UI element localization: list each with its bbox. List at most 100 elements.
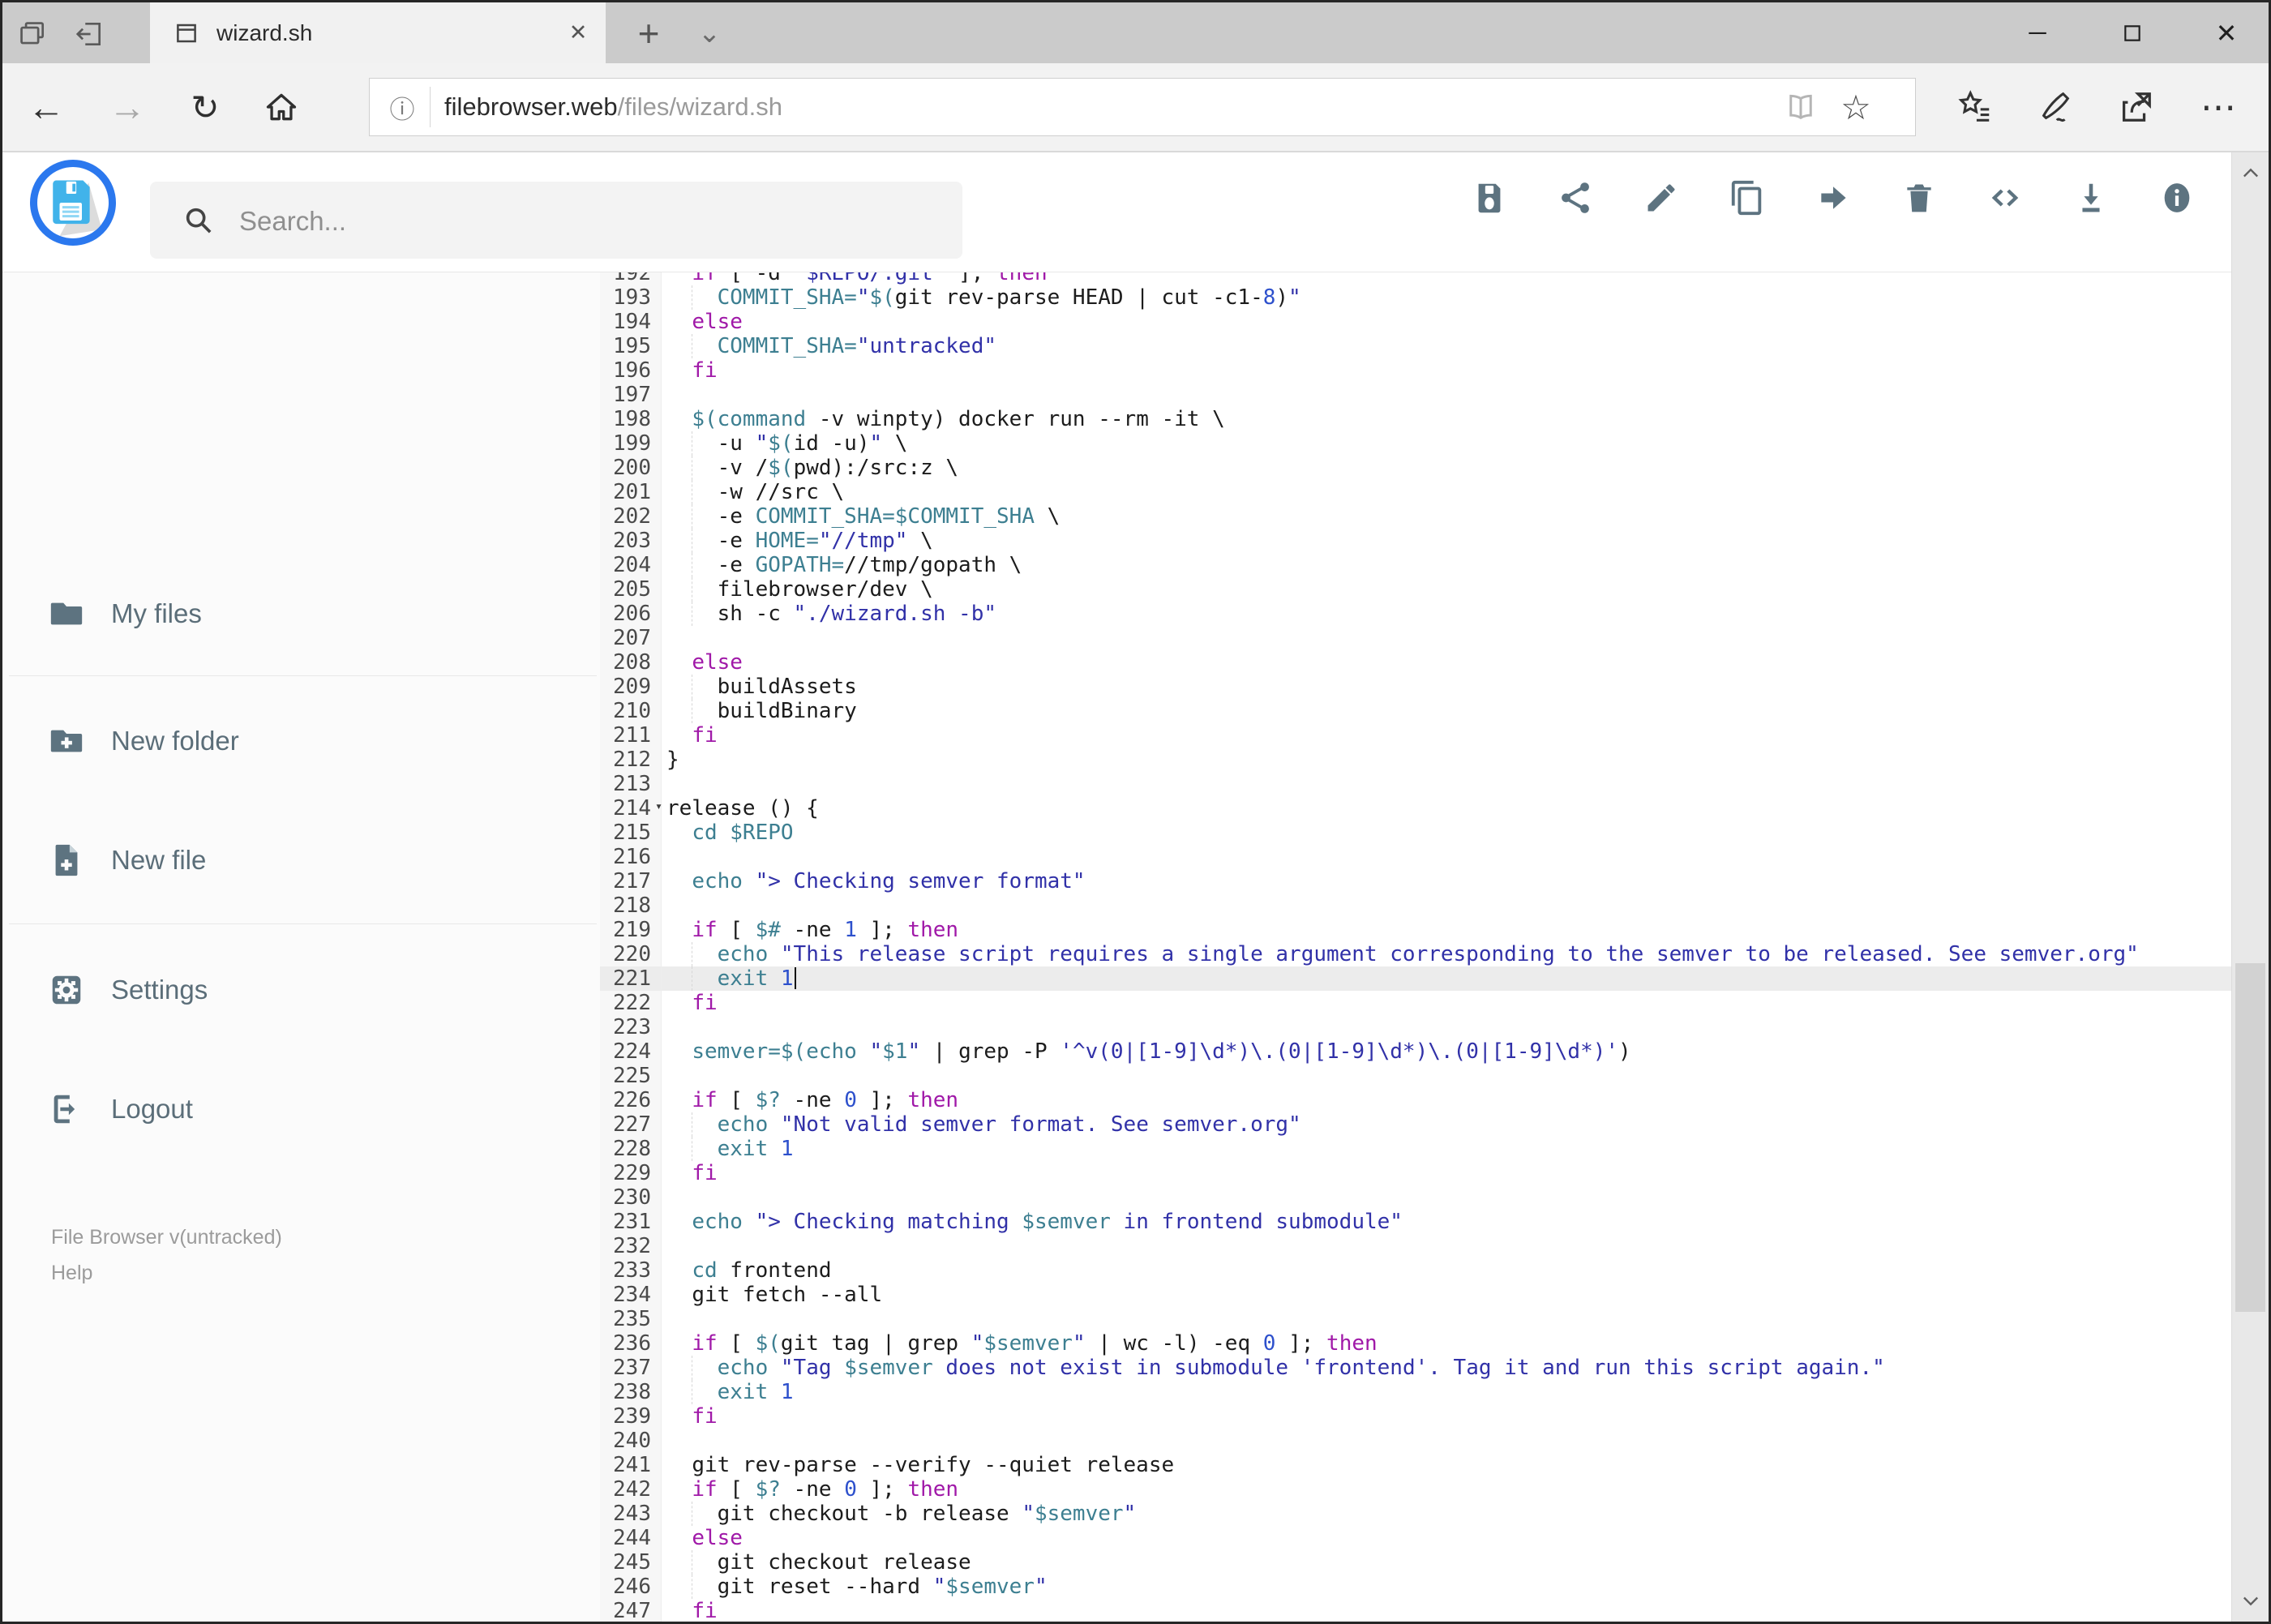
new-tab-button[interactable]: + bbox=[620, 2, 677, 63]
code-text[interactable]: exit 1 bbox=[662, 966, 2231, 991]
save-button[interactable] bbox=[1463, 172, 1515, 224]
code-line[interactable]: 224 semver=$(echo "$1" | grep -P '^v(0|[… bbox=[600, 1039, 2231, 1064]
code-text[interactable] bbox=[662, 1185, 2231, 1210]
code-line[interactable]: 201 -w //src \ bbox=[600, 480, 2231, 504]
code-text[interactable]: fi bbox=[662, 991, 2231, 1015]
code-line[interactable]: 214 ▾ release () { bbox=[600, 796, 2231, 821]
code-text[interactable]: if [ $# -ne 1 ]; then bbox=[662, 918, 2231, 942]
code-text[interactable]: echo "Tag $semver does not exist in subm… bbox=[662, 1356, 2231, 1380]
code-line[interactable]: 235 bbox=[600, 1307, 2231, 1331]
more-options-icon[interactable]: ⋯ bbox=[2183, 63, 2253, 151]
code-line[interactable]: 199 -u "$(id -u)" \ bbox=[600, 431, 2231, 456]
code-line[interactable]: 221 exit 1 bbox=[600, 966, 2231, 991]
window-maximize-button[interactable] bbox=[2088, 2, 2177, 63]
code-text[interactable]: else bbox=[662, 650, 2231, 675]
search-input[interactable] bbox=[238, 182, 938, 260]
code-line[interactable]: 245 git checkout release bbox=[600, 1550, 2231, 1575]
code-text[interactable] bbox=[662, 893, 2231, 918]
share-button[interactable] bbox=[1549, 172, 1601, 224]
code-line[interactable]: 198 $(command -v winpty) docker run --rm… bbox=[600, 407, 2231, 431]
code-text[interactable]: else bbox=[662, 1526, 2231, 1550]
code-line[interactable]: 210 buildBinary bbox=[600, 699, 2231, 723]
sidebar-item-logout[interactable]: Logout bbox=[2, 1082, 594, 1136]
code-text[interactable] bbox=[662, 1307, 2231, 1331]
code-text[interactable]: sh -c "./wizard.sh -b" bbox=[662, 602, 2231, 626]
code-text[interactable] bbox=[662, 383, 2231, 407]
code-text[interactable]: echo "This release script requires a sin… bbox=[662, 942, 2231, 966]
scrollbar-thumb[interactable] bbox=[2235, 963, 2265, 1312]
code-text[interactable]: else bbox=[662, 310, 2231, 334]
code-line[interactable]: 228 exit 1 bbox=[600, 1137, 2231, 1161]
forward-button[interactable]: → bbox=[93, 63, 161, 151]
code-text[interactable]: exit 1 bbox=[662, 1380, 2231, 1404]
sidebar-item-settings[interactable]: Settings bbox=[2, 963, 594, 1017]
code-text[interactable]: filebrowser/dev \ bbox=[662, 577, 2231, 602]
code-text[interactable]: -e HOME="//tmp" \ bbox=[662, 529, 2231, 553]
code-text[interactable]: fi bbox=[662, 1404, 2231, 1429]
code-line[interactable]: 219 if [ $# -ne 1 ]; then bbox=[600, 918, 2231, 942]
code-line[interactable]: 203 -e HOME="//tmp" \ bbox=[600, 529, 2231, 553]
code-line[interactable]: 238 exit 1 bbox=[600, 1380, 2231, 1404]
code-line[interactable]: 193 COMMIT_SHA="$(git rev-parse HEAD | c… bbox=[600, 285, 2231, 310]
code-line[interactable]: 242 if [ $? -ne 0 ]; then bbox=[600, 1477, 2231, 1502]
code-text[interactable]: echo "> Checking matching $semver in fro… bbox=[662, 1210, 2231, 1234]
address-bar[interactable]: ⓘ filebrowser.web/files/wizard.sh ☆ bbox=[369, 78, 1916, 136]
code-text[interactable]: git rev-parse --verify --quiet release bbox=[662, 1453, 2231, 1477]
code-line[interactable]: 217 echo "> Checking semver format" bbox=[600, 869, 2231, 893]
filebrowser-logo[interactable] bbox=[30, 160, 116, 246]
code-line[interactable]: 195 COMMIT_SHA="untracked" bbox=[600, 334, 2231, 358]
code-text[interactable] bbox=[662, 1015, 2231, 1039]
code-text[interactable]: if [ $? -ne 0 ]; then bbox=[662, 1088, 2231, 1112]
code-text[interactable]: git fetch --all bbox=[662, 1283, 2231, 1307]
code-text[interactable]: -w //src \ bbox=[662, 480, 2231, 504]
code-line[interactable]: 223 bbox=[600, 1015, 2231, 1039]
code-text[interactable]: } bbox=[662, 748, 2231, 772]
code-text[interactable]: -u "$(id -u)" \ bbox=[662, 431, 2231, 456]
code-text[interactable]: fi bbox=[662, 1599, 2231, 1622]
tab-close-icon[interactable]: ✕ bbox=[557, 12, 599, 54]
code-text[interactable] bbox=[662, 1234, 2231, 1258]
code-text[interactable]: fi bbox=[662, 358, 2231, 383]
edit-button[interactable] bbox=[1635, 172, 1687, 224]
code-text[interactable] bbox=[662, 1064, 2231, 1088]
sidebar-item-new-folder[interactable]: New folder bbox=[2, 714, 594, 768]
search-box[interactable] bbox=[150, 182, 962, 260]
code-line[interactable]: 200 -v /$(pwd):/src:z \ bbox=[600, 456, 2231, 480]
code-text[interactable]: semver=$(echo "$1" | grep -P '^v(0|[1-9]… bbox=[662, 1039, 2231, 1064]
move-button[interactable] bbox=[1807, 172, 1859, 224]
code-line[interactable]: 194 else bbox=[600, 310, 2231, 334]
code-text[interactable]: release () { bbox=[662, 796, 2231, 821]
code-text[interactable]: git checkout -b release "$semver" bbox=[662, 1502, 2231, 1526]
code-text[interactable]: -v /$(pwd):/src:z \ bbox=[662, 456, 2231, 480]
code-text[interactable]: if [ $? -ne 0 ]; then bbox=[662, 1477, 2231, 1502]
code-line[interactable]: 237 echo "Tag $semver does not exist in … bbox=[600, 1356, 2231, 1380]
sidebar-item-new-file[interactable]: New file bbox=[2, 833, 594, 887]
switch-view-button[interactable] bbox=[1979, 172, 2031, 224]
code-text[interactable]: buildAssets bbox=[662, 675, 2231, 699]
code-text[interactable]: echo "Not valid semver format. See semve… bbox=[662, 1112, 2231, 1137]
code-text[interactable]: fi bbox=[662, 1161, 2231, 1185]
code-line[interactable]: 204 -e GOPATH=//tmp/gopath \ bbox=[600, 553, 2231, 577]
code-line[interactable]: 207 bbox=[600, 626, 2231, 650]
code-text[interactable]: $(command -v winpty) docker run --rm -it… bbox=[662, 407, 2231, 431]
code-text[interactable]: buildBinary bbox=[662, 699, 2231, 723]
browser-tab[interactable]: wizard.sh ✕ bbox=[150, 2, 606, 63]
code-text[interactable]: if [ $(git tag | grep "$semver" | wc -l)… bbox=[662, 1331, 2231, 1356]
code-line[interactable]: 206 sh -c "./wizard.sh -b" bbox=[600, 602, 2231, 626]
favorites-hub-icon[interactable] bbox=[1940, 63, 2010, 151]
code-text[interactable] bbox=[662, 626, 2231, 650]
code-line[interactable]: 220 echo "This release script requires a… bbox=[600, 942, 2231, 966]
set-tabs-aside-icon[interactable] bbox=[71, 15, 108, 53]
web-note-pen-icon[interactable] bbox=[2021, 63, 2091, 151]
code-line[interactable]: 205 filebrowser/dev \ bbox=[600, 577, 2231, 602]
code-line[interactable]: 246 git reset --hard "$semver" bbox=[600, 1575, 2231, 1599]
code-text[interactable]: -e COMMIT_SHA=$COMMIT_SHA \ bbox=[662, 504, 2231, 529]
code-line[interactable]: 197 bbox=[600, 383, 2231, 407]
code-line[interactable]: 215 cd $REPO bbox=[600, 821, 2231, 845]
tab-preview-icon[interactable] bbox=[14, 15, 51, 53]
tab-list-chevron-icon[interactable]: ⌄ bbox=[683, 2, 735, 63]
code-line[interactable]: 218 bbox=[600, 893, 2231, 918]
code-text[interactable]: git reset --hard "$semver" bbox=[662, 1575, 2231, 1599]
code-line[interactable]: 211 fi bbox=[600, 723, 2231, 748]
share-page-icon[interactable] bbox=[2101, 63, 2170, 151]
